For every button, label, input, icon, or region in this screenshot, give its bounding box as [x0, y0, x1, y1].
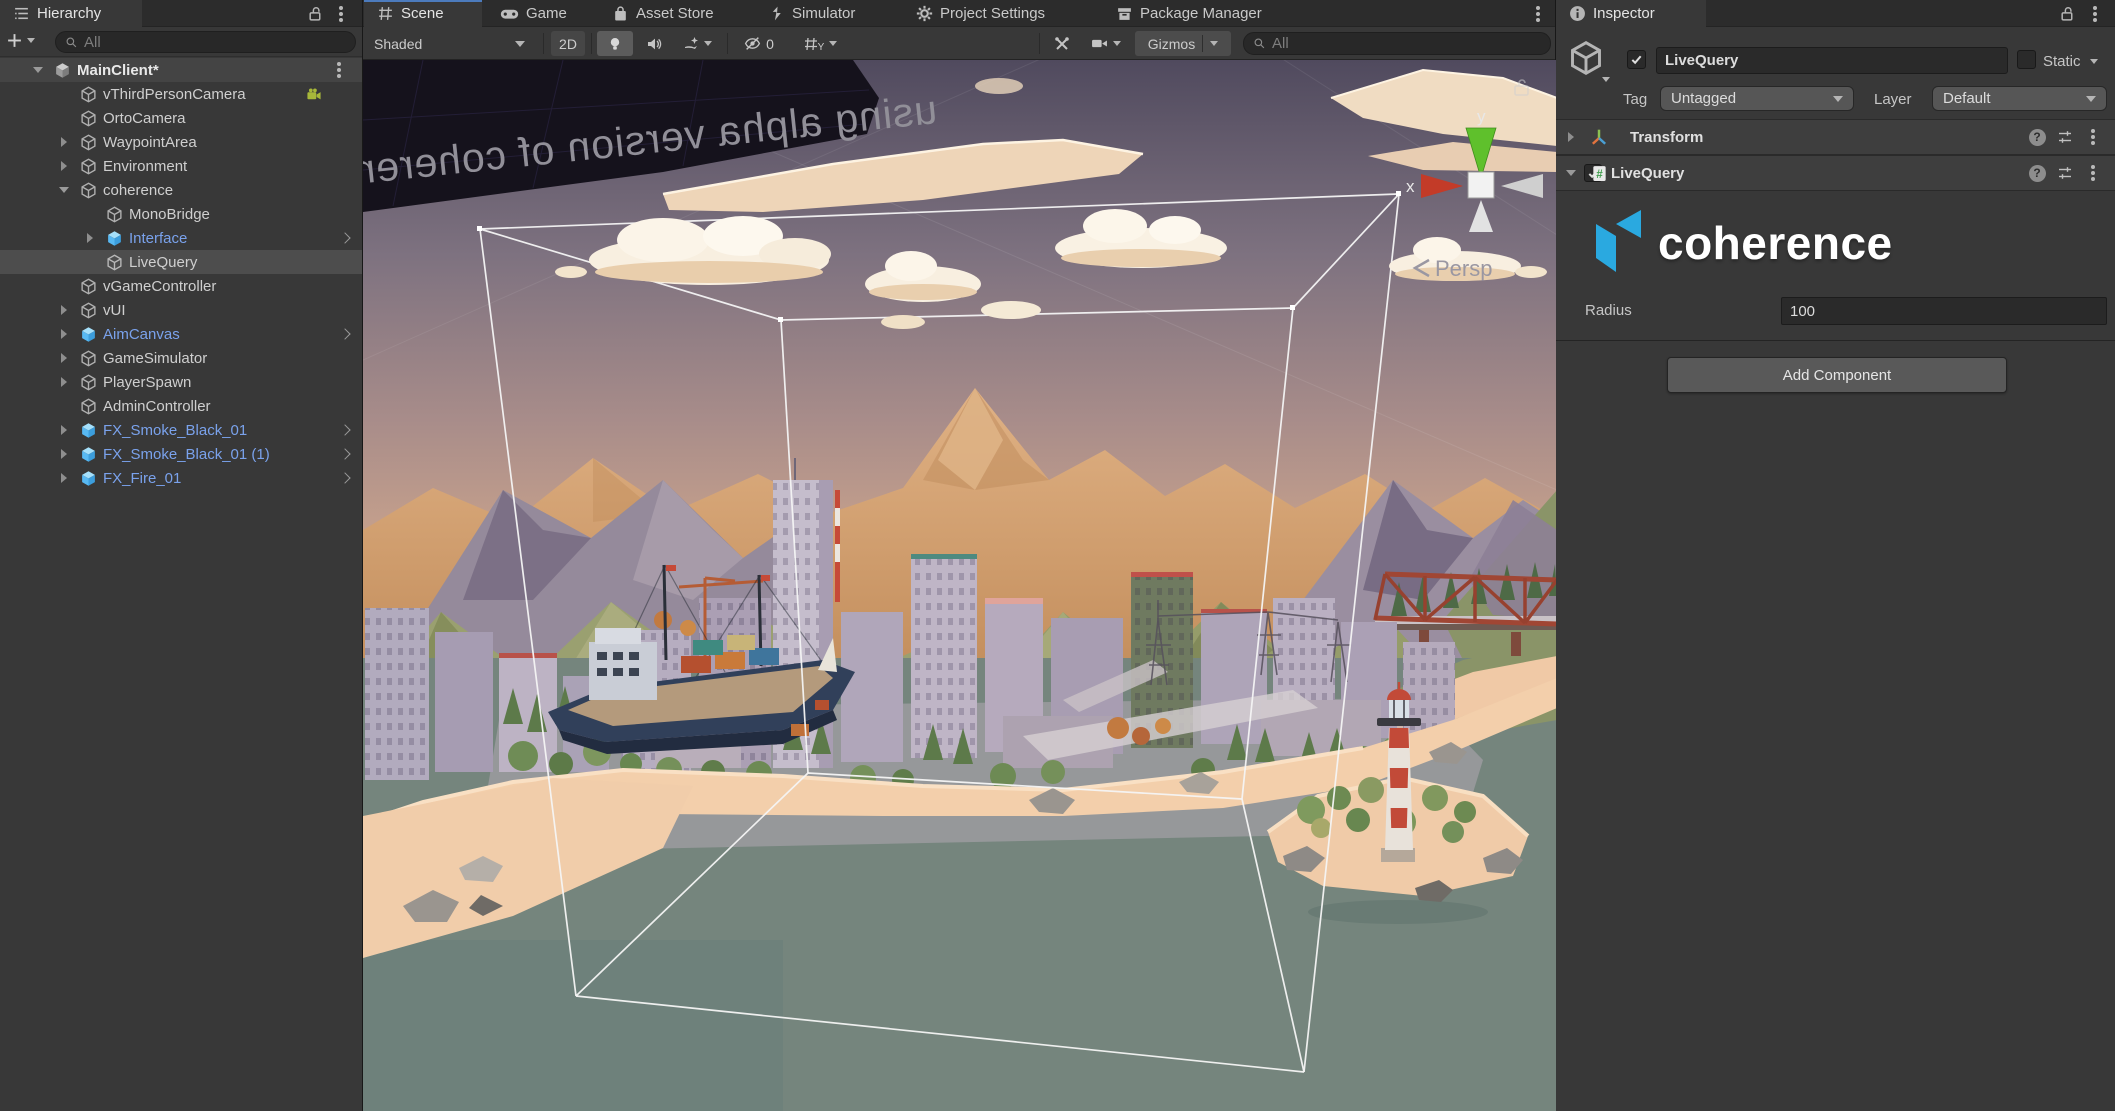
hierarchy-panel: Hierarchy MainClient* vThirdPersonCamera…: [0, 0, 362, 1111]
hierarchy-item-ortocamera[interactable]: OrtoCamera: [0, 106, 362, 130]
hierarchy-item-playerspawn[interactable]: PlayerSpawn: [0, 370, 362, 394]
hierarchy-item-waypointarea[interactable]: WaypointArea: [0, 130, 362, 154]
component-menu-icon[interactable]: [2082, 126, 2104, 148]
hierarchy-lock-icon[interactable]: [304, 0, 326, 27]
gizmos-dropdown[interactable]: Gizmos: [1135, 31, 1231, 56]
help-icon[interactable]: ?: [2026, 162, 2048, 184]
hierarchy-item-livequery[interactable]: LiveQuery: [0, 250, 362, 274]
coherence-logo-glyph: [1596, 210, 1642, 276]
hierarchy-item-admincontroller[interactable]: AdminController: [0, 394, 362, 418]
static-checkbox[interactable]: [2017, 50, 2036, 69]
tab-project-settings[interactable]: Project Settings: [903, 0, 1058, 27]
hierarchy-item-monobridge[interactable]: MonoBridge: [0, 202, 362, 226]
tab-package-manager[interactable]: Package Manager: [1103, 0, 1275, 27]
coherence-logo-text: coherence: [1658, 216, 1893, 270]
tab-asset-store[interactable]: Asset Store: [599, 0, 727, 27]
component-menu-icon[interactable]: [2082, 162, 2104, 184]
prefab-open-chevron-icon[interactable]: [336, 442, 354, 466]
help-icon[interactable]: ?: [2026, 126, 2048, 148]
hierarchy-item-vthirdpersoncamera[interactable]: vThirdPersonCamera: [0, 82, 362, 106]
hierarchy-item-fx-fire-01[interactable]: FX_Fire_01: [0, 466, 362, 490]
inspector-panel: Inspector Static Tag Untagged Layer Defa…: [1556, 0, 2115, 1111]
gameobject-name-field[interactable]: [1656, 47, 2008, 74]
layer-dropdown[interactable]: Default: [1932, 86, 2107, 111]
gameobject-icon[interactable]: [1568, 40, 1608, 84]
scene-search[interactable]: [1243, 32, 1551, 55]
presets-icon[interactable]: [2054, 126, 2076, 148]
hierarchy-item-mainclient[interactable]: MainClient*: [0, 58, 362, 82]
tab-game[interactable]: Game: [487, 0, 580, 27]
layer-label: Layer: [1874, 91, 1912, 108]
radius-label: Radius: [1585, 302, 1632, 319]
hierarchy-toolbar: [0, 27, 362, 57]
hierarchy-menu-icon[interactable]: [330, 0, 352, 27]
scene-panel: Scene Game Asset Store Simulator Project…: [362, 0, 1556, 1111]
prefab-open-chevron-icon[interactable]: [336, 322, 354, 346]
tag-dropdown[interactable]: Untagged: [1660, 86, 1854, 111]
scene-camera-button[interactable]: [1081, 31, 1131, 56]
presets-icon[interactable]: [2054, 162, 2076, 184]
persp-label: Persp: [1435, 256, 1492, 281]
livequery-component-header[interactable]: LiveQuery ?: [1556, 155, 2115, 191]
gizmo-center-cube[interactable]: [1468, 172, 1494, 198]
inspector-divider: [1556, 340, 2115, 341]
hierarchy-item-aimcanvas[interactable]: AimCanvas: [0, 322, 362, 346]
prefab-open-chevron-icon[interactable]: [336, 226, 354, 250]
scene-search-input[interactable]: [1272, 35, 1541, 52]
create-object-button[interactable]: [6, 32, 35, 49]
inspector-tabbar: Inspector: [1556, 0, 2115, 27]
tab-inspector[interactable]: Inspector: [1556, 0, 1706, 27]
livequery-foldout-arrow[interactable]: [1560, 162, 1582, 184]
static-label: Static: [2043, 53, 2081, 70]
scene-canvas[interactable]: using alpha version of coherence y x Per…: [363, 60, 1557, 1111]
tag-label: Tag: [1623, 91, 1647, 108]
script-icon: [1588, 162, 1610, 184]
gameobject-name-input[interactable]: [1665, 52, 1999, 69]
inspector-lock-icon[interactable]: [2056, 0, 2078, 27]
scene-audio-button[interactable]: [637, 31, 671, 56]
hidden-objects-button[interactable]: 0: [733, 31, 785, 56]
scene-tools-button[interactable]: [1045, 31, 1079, 56]
shading-mode-dropdown[interactable]: Shaded: [367, 31, 533, 56]
transform-foldout-arrow[interactable]: [1560, 126, 1582, 148]
hierarchy-item-coherence[interactable]: coherence: [0, 178, 362, 202]
toggle-2d-button[interactable]: 2D: [551, 31, 585, 56]
hierarchy-item-interface[interactable]: Interface: [0, 226, 362, 250]
radius-field[interactable]: [1781, 297, 2107, 325]
hierarchy-item-fx-smoke-black-01[interactable]: FX_Smoke_Black_01: [0, 418, 362, 442]
transform-icon: [1588, 126, 1610, 148]
hierarchy-item-vui[interactable]: vUI: [0, 298, 362, 322]
prefab-open-chevron-icon[interactable]: [336, 466, 354, 490]
prefab-open-chevron-icon[interactable]: [336, 418, 354, 442]
gameobject-active-checkbox[interactable]: [1627, 50, 1646, 69]
hierarchy-item-environment[interactable]: Environment: [0, 154, 362, 178]
grid-visibility-button[interactable]: Y: [791, 31, 849, 56]
add-component-button[interactable]: Add Component: [1667, 357, 2007, 393]
gizmo-x-label: x: [1406, 177, 1415, 196]
scene-menu-icon[interactable]: [330, 58, 348, 82]
scene-viewport[interactable]: using alpha version of coherence y x Per…: [363, 60, 1557, 1111]
hierarchy-tabbar: Hierarchy: [0, 0, 362, 27]
hierarchy-tab-label: Hierarchy: [37, 5, 101, 22]
scene-toolbar: Shaded 2D 0 Y Gizmos: [363, 27, 1555, 60]
hierarchy-item-vgamecontroller[interactable]: vGameController: [0, 274, 362, 298]
hierarchy-search[interactable]: [55, 31, 356, 53]
radius-input[interactable]: [1790, 303, 2098, 320]
tab-scene[interactable]: Scene: [364, 0, 482, 27]
scene-tabbar: Scene Game Asset Store Simulator Project…: [363, 0, 1555, 27]
scene-lighting-button[interactable]: [597, 31, 633, 56]
tab-hierarchy[interactable]: Hierarchy: [0, 0, 142, 27]
gizmo-y-label: y: [1477, 107, 1486, 126]
camera-badge-icon: [305, 82, 323, 106]
hierarchy-item-fx-smoke-black-01-1[interactable]: FX_Smoke_Black_01 (1): [0, 442, 362, 466]
coherence-logo: coherence: [1596, 210, 1893, 276]
hierarchy-item-gamesimulator[interactable]: GameSimulator: [0, 346, 362, 370]
scene-effects-button[interactable]: [673, 31, 721, 56]
tab-simulator[interactable]: Simulator: [755, 0, 868, 27]
scene-tabbar-menu-icon[interactable]: [1527, 0, 1549, 27]
inspector-menu-icon[interactable]: [2084, 0, 2106, 27]
transform-component-header[interactable]: Transform ?: [1556, 119, 2115, 155]
static-dropdown-caret[interactable]: [2090, 59, 2098, 64]
hierarchy-search-input[interactable]: [84, 34, 346, 51]
